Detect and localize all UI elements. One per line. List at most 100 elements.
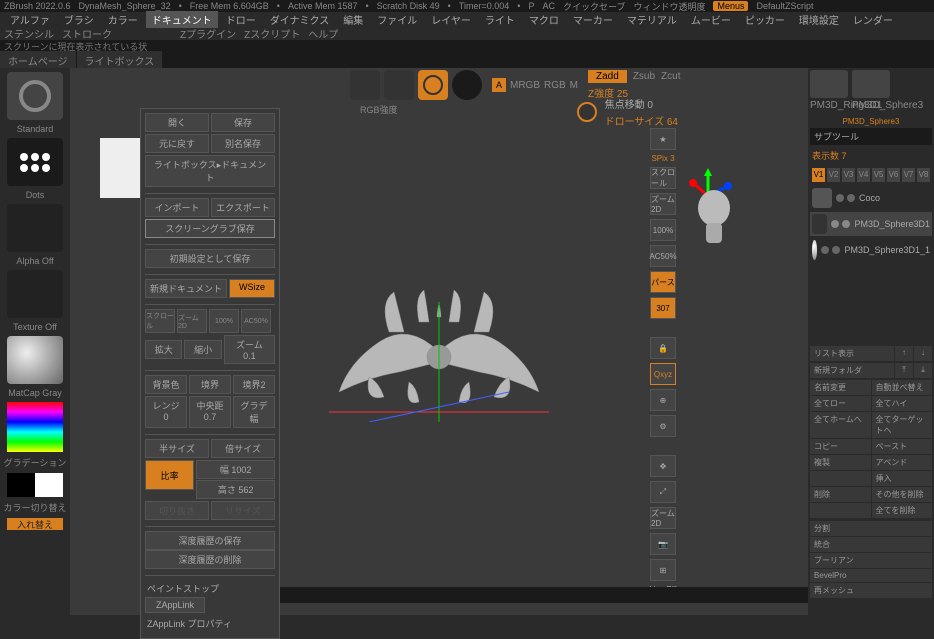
new-folder[interactable]: 新規フォルダ [810, 363, 894, 378]
default-zscript[interactable]: DefaultZScript [756, 1, 813, 11]
version-V3[interactable]: V3 [842, 168, 855, 182]
action-cell-13[interactable]: その他を削除 [872, 487, 933, 502]
dark-mode-button[interactable] [452, 70, 482, 100]
menu-13[interactable]: ムービー [685, 11, 737, 28]
target-button[interactable]: ⊕ [650, 389, 676, 411]
settings-icon[interactable]: ⚙ [650, 415, 676, 437]
wsize-button[interactable]: WSize [229, 279, 275, 298]
version-V5[interactable]: V5 [872, 168, 885, 182]
version-V8[interactable]: V8 [917, 168, 930, 182]
action-cell-4[interactable]: 全てホームへ [810, 412, 871, 438]
single-cell-3[interactable]: BevelPro [810, 569, 932, 582]
subtool-header[interactable]: サブツール [810, 128, 932, 145]
grad-slider[interactable]: グラデ幅 [233, 396, 275, 428]
zcut-button[interactable]: Zcut [661, 71, 680, 82]
pers-button[interactable]: パース [650, 271, 676, 293]
height-field[interactable]: 高さ 562 [196, 480, 275, 499]
action-cell-11[interactable]: 挿入 [872, 471, 933, 486]
down-arrow-icon[interactable]: ↓ [914, 346, 932, 361]
stencil-menu[interactable]: ステンシル [4, 26, 54, 41]
action-cell-6[interactable]: コピー [810, 439, 871, 454]
menus-toggle[interactable]: Menus [713, 1, 748, 11]
action-cell-10[interactable] [810, 471, 871, 486]
subtool-item-coco[interactable]: Coco [810, 186, 932, 210]
subtool-item-sphere3d1[interactable]: PM3D_Sphere3D1 [810, 212, 932, 236]
action-cell-12[interactable]: 削除 [810, 487, 871, 502]
crop-button[interactable]: 切り抜き [145, 501, 209, 520]
thumb-ring[interactable]: PM3D_Ring3D1 [810, 70, 850, 111]
range-slider[interactable]: レンジ 0 [145, 396, 187, 428]
import-button[interactable]: インポート [145, 198, 209, 217]
lock-button[interactable]: 🔒 [650, 337, 676, 359]
revert-button[interactable]: 元に戻す [145, 134, 209, 153]
action-cell-8[interactable]: 複製 [810, 455, 871, 470]
zadd-button[interactable]: Zadd [588, 70, 627, 83]
ac100-button[interactable]: 100% [650, 219, 676, 241]
spix-label[interactable]: SPix 3 [651, 154, 674, 163]
focal-knob[interactable] [577, 102, 597, 122]
action-cell-9[interactable]: アペンド [872, 455, 933, 470]
display-count[interactable]: 表示数 7 [810, 147, 932, 164]
version-V2[interactable]: V2 [827, 168, 840, 182]
action-cell-1[interactable]: 自動並べ替え [872, 380, 933, 395]
save-init-button[interactable]: 初期設定として保存 [145, 249, 275, 268]
rgb-toggle[interactable]: RGB [544, 80, 566, 91]
single-cell-4[interactable]: 再メッシュ [810, 583, 932, 598]
scroll-button[interactable]: スクロール [650, 167, 676, 189]
rgb-intensity-label[interactable]: RGB強度 [360, 103, 398, 116]
single-cell-2[interactable]: ブーリアン [810, 553, 932, 568]
zoom2d-icon[interactable]: ズーム2D [177, 309, 207, 333]
menu-9[interactable]: ライト [479, 11, 521, 28]
brush-mode-button[interactable] [418, 70, 448, 100]
version-V4[interactable]: V4 [857, 168, 870, 182]
grid-icon[interactable]: ⊞ [650, 559, 676, 581]
halfsize-button[interactable]: 半サイズ [145, 439, 209, 458]
scroll-icon[interactable]: スクロール [145, 309, 175, 333]
color-picker[interactable] [7, 402, 63, 452]
menu-7[interactable]: ファイル [371, 11, 423, 28]
save-button[interactable]: 保存 [211, 113, 275, 132]
width-field[interactable]: 幅 1002 [196, 460, 275, 479]
camera-icon[interactable]: 📷 [650, 533, 676, 555]
action-cell-5[interactable]: 全てターゲットへ [872, 412, 933, 438]
zapplink-button[interactable]: ZAppLink [145, 597, 205, 613]
alpha-swatch[interactable] [7, 204, 63, 252]
doublesize-button[interactable]: 倍サイズ [211, 439, 275, 458]
version-V7[interactable]: V7 [902, 168, 915, 182]
menu-11[interactable]: マーカー [567, 11, 619, 28]
scale-icon[interactable] [350, 70, 380, 100]
tab-homepage[interactable]: ホームページ [0, 51, 76, 70]
menu-12[interactable]: マテリアル [621, 11, 683, 28]
menu-14[interactable]: ピッカー [739, 11, 791, 28]
menu-16[interactable]: レンダー [847, 11, 899, 28]
ratio-button[interactable]: 比率 [145, 460, 194, 490]
action-cell-3[interactable]: 全てハイ [872, 396, 933, 411]
open-button[interactable]: 開く [145, 113, 209, 132]
menu-8[interactable]: レイヤー [425, 11, 477, 28]
bpr-button[interactable]: ★ [650, 128, 676, 150]
brush-swatch[interactable] [7, 72, 63, 120]
action-cell-7[interactable]: ペースト [872, 439, 933, 454]
bgcolor-button[interactable]: 背景色 [145, 375, 187, 394]
action-cell-2[interactable]: 全てロー [810, 396, 871, 411]
bw-swatches[interactable] [7, 473, 63, 497]
saveas-button[interactable]: 別名保存 [211, 134, 275, 153]
tab-lightbox[interactable]: ライトボックス [77, 51, 163, 70]
resize-button[interactable]: リサイズ [211, 501, 275, 520]
version-V6[interactable]: V6 [887, 168, 900, 182]
zoom2d-button-2[interactable]: ズーム2D [650, 507, 676, 529]
version-V1[interactable]: V1 [812, 168, 825, 182]
xyz-button[interactable]: Qxyz [650, 363, 676, 385]
menu-6[interactable]: 編集 [337, 11, 369, 28]
shrink-button[interactable]: 縮小 [184, 340, 221, 359]
single-cell-0[interactable]: 分割 [810, 521, 932, 536]
drawsize-slider[interactable]: ドローサイズ 64 [605, 113, 678, 128]
single-cell-1[interactable]: 統合 [810, 537, 932, 552]
a-toggle[interactable]: A [492, 78, 506, 92]
screengrab-button[interactable]: スクリーングラブ保存 [145, 219, 275, 238]
depth-del-button[interactable]: 深度履歴の削除 [145, 550, 275, 569]
zoom2d-button[interactable]: ズーム2D [650, 193, 676, 215]
lightbox-doc-button[interactable]: ライトボックス▸ドキュメント [145, 155, 275, 187]
action-cell-15[interactable]: 全てを削除 [872, 503, 933, 518]
depth-save-button[interactable]: 深度履歴の保存 [145, 531, 275, 550]
